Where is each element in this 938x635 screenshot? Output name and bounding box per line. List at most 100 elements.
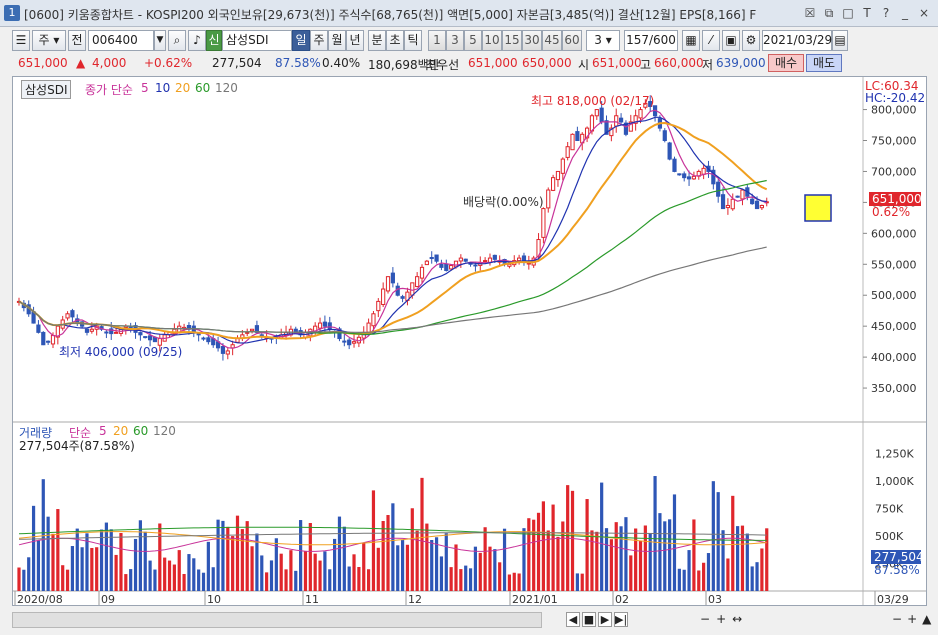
candle-body	[429, 257, 434, 260]
interval-second[interactable]: 초	[386, 30, 404, 51]
interval-year[interactable]: 년	[346, 30, 364, 51]
y-tick-label: 600,000	[871, 227, 917, 240]
volume-bar	[260, 555, 264, 591]
volume-bar	[56, 509, 60, 591]
fit-icon[interactable]: ↔	[732, 612, 742, 626]
volume-bar	[148, 560, 152, 591]
price-chart[interactable]: 800,000750,000700,000650,000600,000550,0…	[13, 77, 926, 605]
candle-body	[147, 335, 153, 341]
zoom-in-icon[interactable]: +	[716, 612, 726, 626]
end-icon[interactable]: ▶|	[614, 612, 628, 627]
candle-body	[667, 142, 672, 160]
zoom-buttons: − + ↔	[700, 612, 742, 626]
close-icon[interactable]: ×	[916, 5, 932, 21]
volume-bar	[517, 573, 521, 591]
volume-bar	[706, 553, 711, 591]
turnover: 0.40%	[322, 56, 361, 70]
num-15[interactable]: 15	[502, 30, 522, 51]
volume-bar	[182, 573, 186, 591]
stock-code-input[interactable]: 006400	[88, 30, 154, 51]
candle-body	[565, 146, 570, 158]
num-30[interactable]: 30	[522, 30, 542, 51]
volume-bar	[41, 479, 45, 591]
date-field[interactable]: 2021/03/29	[762, 30, 832, 51]
ma-10: 10	[155, 81, 171, 95]
candle-body	[759, 204, 764, 209]
toolbar: ☰ 주 ▾ 전 006400 ▼ ⌕ ♪ ▾ 신 삼성SDI 일 주 월 년 분…	[12, 30, 927, 52]
step-select[interactable]: 3 ▾	[586, 30, 620, 51]
num-3[interactable]: 3	[446, 30, 464, 51]
y-tick-label: 550,000	[871, 258, 917, 271]
ma-5: 5	[141, 81, 149, 95]
volume-bar	[211, 567, 215, 591]
volume-bar	[226, 526, 230, 591]
next-page-icon[interactable]: ▶	[598, 612, 612, 627]
candle-body	[725, 204, 731, 209]
code-dropdown-icon[interactable]: ▼	[154, 30, 166, 51]
volume-bar	[318, 560, 322, 591]
candle-body	[390, 272, 395, 284]
volume-bar	[672, 494, 677, 591]
num-5[interactable]: 5	[464, 30, 482, 51]
candle-body	[750, 198, 755, 205]
sell-button[interactable]: 매도	[806, 54, 842, 72]
menu-icon[interactable]: ☰	[12, 30, 30, 51]
interval-minute[interactable]: 분	[368, 30, 386, 51]
volume-bar	[740, 525, 745, 591]
volume-bar	[580, 573, 584, 591]
volume-bar	[51, 533, 55, 591]
maximize-icon[interactable]: □	[840, 5, 856, 21]
volume-bar	[333, 538, 337, 591]
volume-bar	[590, 530, 594, 591]
minimize-icon[interactable]: _	[897, 5, 913, 21]
num-1[interactable]: 1	[428, 30, 446, 51]
toggle-icon[interactable]: ▲	[922, 612, 931, 626]
candle-body	[230, 344, 235, 349]
speaker-icon[interactable]: ♪	[188, 30, 206, 51]
volume-bar	[197, 569, 201, 591]
prev-page-icon[interactable]: ◀	[566, 612, 580, 627]
candle-body	[730, 198, 735, 210]
minus-icon[interactable]: −	[892, 612, 902, 626]
interval-tick[interactable]: 틱	[404, 30, 422, 51]
interval-day[interactable]: 일	[292, 30, 310, 51]
gear-icon[interactable]: ⚙	[742, 30, 760, 51]
candle-body	[463, 258, 468, 262]
calendar-icon[interactable]: ▤	[832, 30, 848, 51]
volume-bar	[289, 550, 293, 591]
stop-icon[interactable]: ■	[582, 612, 596, 627]
x-tick-label: 03	[708, 593, 722, 605]
num-10[interactable]: 10	[482, 30, 502, 51]
text-icon[interactable]: T	[859, 5, 875, 21]
line-tool-icon[interactable]: ⁄	[702, 30, 720, 51]
restore-icon[interactable]: ⧉	[821, 5, 837, 21]
table-icon[interactable]: ▦	[682, 30, 700, 51]
search-icon[interactable]: ⌕	[168, 30, 186, 51]
num-60[interactable]: 60	[562, 30, 582, 51]
interval-week[interactable]: 주	[310, 30, 328, 51]
chart-area[interactable]: 800,000750,000700,000650,000600,000550,0…	[12, 76, 927, 606]
volume-bar	[240, 529, 244, 591]
unlink-icon[interactable]: ☒	[802, 5, 818, 21]
volume-bar	[366, 569, 371, 591]
prev-button[interactable]: 전	[68, 30, 86, 51]
volume-bar	[31, 505, 36, 591]
buy-button[interactable]: 매수	[768, 54, 804, 72]
period-select[interactable]: 주 ▾	[32, 30, 66, 51]
plus-icon[interactable]: +	[907, 612, 917, 626]
num-45[interactable]: 45	[542, 30, 562, 51]
save-icon[interactable]: ▣	[722, 30, 740, 51]
candle-body	[89, 328, 94, 332]
volume-bar	[614, 522, 618, 591]
volume-bar	[731, 495, 735, 591]
help-icon[interactable]: ?	[878, 5, 894, 21]
candle-body	[570, 133, 575, 151]
candle-body	[104, 331, 109, 334]
candle-body	[347, 339, 352, 346]
volume-bar	[99, 529, 104, 591]
interval-month[interactable]: 월	[328, 30, 346, 51]
volume-bar	[129, 569, 133, 591]
volume-bar	[609, 539, 613, 591]
horizontal-scrollbar[interactable]	[12, 612, 542, 628]
zoom-out-icon[interactable]: −	[700, 612, 710, 626]
